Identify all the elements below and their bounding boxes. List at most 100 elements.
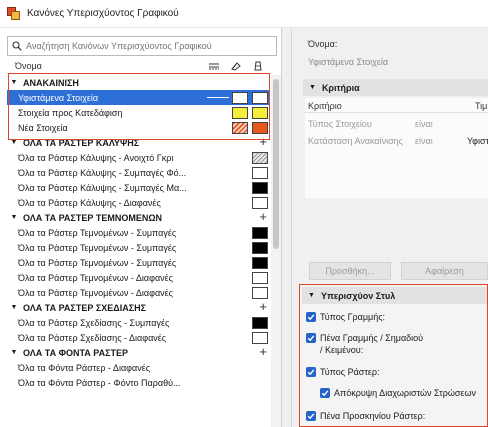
add-rule-icon[interactable]: + bbox=[259, 135, 267, 149]
rule-group[interactable]: ▼ ΟΛΑ ΤΑ ΡΑΣΤΕΡ ΣΧΕΔΙΑΣΗΣ + bbox=[7, 300, 269, 315]
line-type-sample bbox=[207, 97, 229, 98]
expand-arrow-icon[interactable]: ▼ bbox=[9, 349, 19, 356]
fill-swatch[interactable] bbox=[252, 287, 268, 299]
panel-divider[interactable] bbox=[291, 28, 292, 427]
checkbox[interactable] bbox=[306, 411, 316, 421]
override-option[interactable]: Τύπος Ράστερ: bbox=[306, 366, 476, 378]
override-style-panel: ▼ Υπερισχύον Στυλ Τύπος Γραμμής: Πένα Γρα… bbox=[299, 284, 488, 427]
rules-list: ▼ ΑΝΑΚΑΙΝΙΣΗ Υφιστάμενα Στοιχεία Στοιχεία π… bbox=[7, 75, 269, 427]
rule-group[interactable]: ▼ ΟΛΑ ΤΑ ΡΑΣΤΕΡ ΤΕΜΝΟΜΕΝΩΝ + bbox=[7, 210, 269, 225]
value-column-header: Τιμή bbox=[475, 101, 488, 111]
fill-swatch[interactable] bbox=[252, 167, 268, 179]
search-box[interactable] bbox=[7, 36, 277, 56]
rule-label: Όλα τα Ράστερ Τεμνομένων - Συμπαγές bbox=[18, 257, 177, 268]
checkbox[interactable] bbox=[306, 333, 316, 343]
fill-swatch[interactable] bbox=[252, 332, 268, 344]
rule-row[interactable]: Όλα τα Ράστερ Κάλυψης - Συμπαγές Φό... bbox=[7, 165, 269, 180]
fill-swatch[interactable] bbox=[252, 152, 268, 164]
rule-row[interactable]: Όλα τα Ράστερ Τεμνομένων - Συμπαγές bbox=[7, 255, 269, 270]
rule-group[interactable]: ▼ ΑΝΑΚΑΙΝΙΣΗ bbox=[7, 75, 269, 90]
rule-row[interactable]: Υφιστάμενα Στοιχεία bbox=[7, 90, 269, 105]
add-criterion-button[interactable]: Προσθήκη... bbox=[309, 262, 391, 280]
expand-arrow-icon[interactable]: ▼ bbox=[9, 79, 19, 86]
rule-row[interactable]: Όλα τα Ράστερ Κάλυψης - Ανοιχτό Γκρι bbox=[7, 150, 269, 165]
name-field[interactable]: Υφιστάμενα Στοιχεία bbox=[305, 53, 488, 71]
search-input[interactable] bbox=[26, 41, 266, 51]
rule-row[interactable]: Όλα τα Ράστερ Τεμνομένων - Συμπαγές bbox=[7, 240, 269, 255]
rule-row[interactable]: Όλα τα Ράστερ Τεμνομένων - Διαφανές bbox=[7, 285, 269, 300]
list-scrollbar[interactable] bbox=[271, 75, 281, 427]
rule-row[interactable]: Όλα τα Ράστερ Τεμνομένων - Συμπαγές bbox=[7, 225, 269, 240]
rule-row[interactable]: Όλα τα Ράστερ Σχεδίασης - Διαφανές bbox=[7, 330, 269, 345]
rule-group[interactable]: ▼ ΟΛΑ ΤΑ ΦΟΝΤΑ ΡΑΣΤΕΡ + bbox=[7, 345, 269, 360]
override-style-header-label: Υπερισχύον Στυλ bbox=[320, 290, 396, 301]
rule-row[interactable]: Όλα τα Ράστερ Τεμνομένων - Διαφανές bbox=[7, 270, 269, 285]
scrollbar-thumb[interactable] bbox=[273, 79, 279, 249]
rule-row[interactable]: Όλα τα Φόντα Ράστερ - Διαφανές bbox=[7, 360, 269, 375]
criterion-cell[interactable]: Κατάσταση Ανακαίνισης bbox=[308, 136, 403, 146]
fill-swatch[interactable] bbox=[252, 257, 268, 269]
expand-arrow-icon[interactable]: ▼ bbox=[9, 304, 19, 311]
fill-swatch[interactable] bbox=[252, 317, 268, 329]
checkbox[interactable] bbox=[306, 367, 316, 377]
checkbox[interactable] bbox=[306, 312, 316, 322]
group-label: ΟΛΑ ΤΑ ΡΑΣΤΕΡ ΣΧΕΔΙΑΣΗΣ bbox=[23, 302, 147, 313]
rule-label: Όλα τα Ράστερ Κάλυψης - Συμπαγές Μα... bbox=[18, 182, 187, 193]
search-icon bbox=[12, 41, 22, 51]
window-title: Κανόνες Υπερισχύοντος Γραφικού bbox=[27, 8, 179, 19]
criterion-cell[interactable]: Τύπος Στοιχείου bbox=[308, 119, 372, 129]
override-option[interactable]: Απόκρυψη Διαχωριστών Στρώσεων bbox=[320, 387, 485, 399]
override-option[interactable]: Πένα Γραμμής / Σημαδιού / Κειμένου: bbox=[306, 332, 426, 356]
override-option[interactable]: Πένα Προσκηνίου Ράστερ: bbox=[306, 410, 476, 422]
fill-swatch[interactable] bbox=[252, 242, 268, 254]
fill-swatch[interactable] bbox=[252, 182, 268, 194]
group-label: ΑΝΑΚΑΙΝΙΣΗ bbox=[23, 77, 79, 88]
collapse-arrow-icon: ▼ bbox=[308, 292, 315, 299]
name-column-header[interactable]: Όνομα bbox=[7, 61, 203, 71]
group-label: ΟΛΑ ΤΑ ΦΟΝΤΑ ΡΑΣΤΕΡ bbox=[23, 347, 129, 358]
title-bar: Κανόνες Υπερισχύοντος Γραφικού bbox=[0, 0, 488, 28]
rule-group[interactable]: ▼ ΟΛΑ ΤΑ ΡΑΣΤΕΡ ΚΑΛΥΨΗΣ + bbox=[7, 135, 269, 150]
value-cell[interactable]: Υφιστά bbox=[467, 136, 488, 146]
rule-label: Όλα τα Ράστερ Σχεδίασης - Συμπαγές bbox=[18, 317, 170, 328]
operator-cell[interactable]: είναι bbox=[415, 136, 433, 146]
rule-label: Όλα τα Ράστερ Τεμνομένων - Συμπαγές bbox=[18, 242, 177, 253]
criterion-column-header: Κριτήριο bbox=[308, 101, 342, 111]
fill-swatch[interactable] bbox=[232, 92, 248, 104]
rule-row[interactable]: Όλα τα Ράστερ Σχεδίασης - Συμπαγές bbox=[7, 315, 269, 330]
add-rule-icon[interactable]: + bbox=[259, 300, 267, 314]
name-label: Όνομα: bbox=[308, 39, 338, 49]
override-style-section-header[interactable]: ▼ Υπερισχύον Στυλ bbox=[302, 287, 487, 304]
rule-row[interactable]: Νέα Στοιχεία bbox=[7, 120, 269, 135]
add-rule-icon[interactable]: + bbox=[259, 345, 267, 359]
expand-arrow-icon[interactable]: ▼ bbox=[9, 139, 19, 146]
fill-background-icon[interactable] bbox=[247, 61, 269, 71]
criteria-header-label: Κριτήρια bbox=[321, 82, 360, 93]
fill-swatch[interactable] bbox=[252, 227, 268, 239]
rule-row[interactable]: Όλα τα Ράστερ Κάλυψης - Συμπαγές Μα... bbox=[7, 180, 269, 195]
checkbox[interactable] bbox=[320, 388, 330, 398]
checkbox-label: Απόκρυψη Διαχωριστών Στρώσεων bbox=[334, 388, 476, 398]
rule-row[interactable]: Όλα τα Φόντα Ράστερ - Φόντο Παραθύ... bbox=[7, 375, 269, 390]
remove-criterion-button[interactable]: Αφαίρεση bbox=[401, 262, 488, 280]
fill-swatch[interactable] bbox=[232, 122, 248, 134]
fill-swatch[interactable] bbox=[252, 197, 268, 209]
criteria-section-header[interactable]: ▼ Κριτήρια bbox=[303, 79, 488, 96]
add-rule-icon[interactable]: + bbox=[259, 210, 267, 224]
fill-swatch[interactable] bbox=[232, 107, 248, 119]
rule-label: Όλα τα Ράστερ Τεμνομένων - Διαφανές bbox=[18, 272, 173, 283]
rule-row[interactable]: Όλα τα Ράστερ Κάλυψης - Διαφανές bbox=[7, 195, 269, 210]
rule-row[interactable]: Στοιχεία προς Κατεδάφιση bbox=[7, 105, 269, 120]
fill-swatch[interactable] bbox=[252, 122, 268, 134]
fill-swatch[interactable] bbox=[252, 107, 268, 119]
app-icon bbox=[7, 6, 21, 21]
expand-arrow-icon[interactable]: ▼ bbox=[9, 214, 19, 221]
override-option[interactable]: Τύπος Γραμμής: bbox=[306, 311, 476, 323]
rule-details-panel: Όνομα: Υφιστάμενα Στοιχεία ▼ Κριτήρια Κρ… bbox=[283, 28, 488, 427]
fill-pen-icon[interactable] bbox=[225, 61, 247, 71]
fill-swatch[interactable] bbox=[252, 92, 268, 104]
operator-cell[interactable]: είναι bbox=[415, 119, 433, 129]
line-type-icon[interactable] bbox=[203, 61, 225, 71]
fill-swatch[interactable] bbox=[252, 272, 268, 284]
rule-label: Όλα τα Φόντα Ράστερ - Φόντο Παραθύ... bbox=[18, 377, 181, 388]
